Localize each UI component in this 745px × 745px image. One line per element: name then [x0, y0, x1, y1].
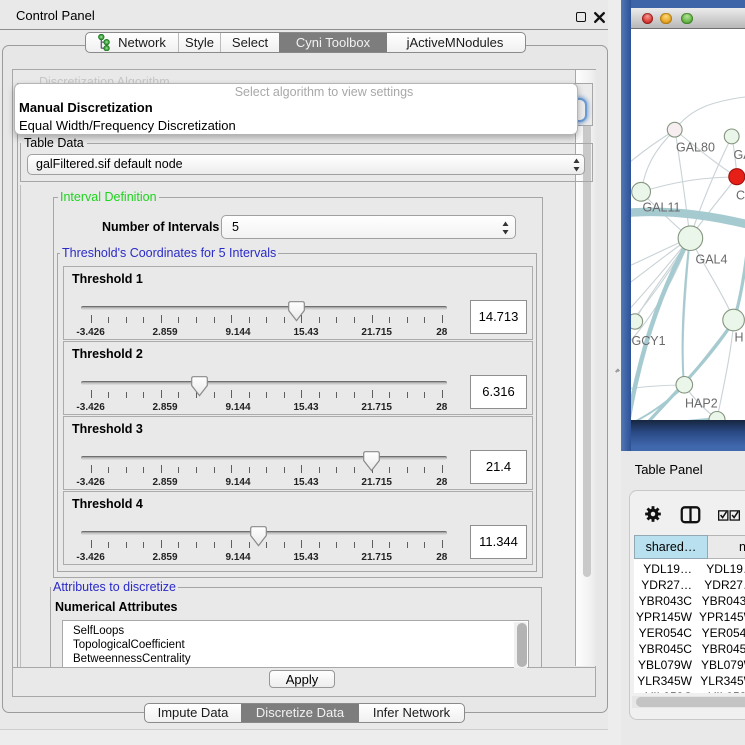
- svg-text:C: C: [736, 189, 745, 203]
- svg-text:GCY1: GCY1: [632, 334, 666, 348]
- svg-text:GAL80: GAL80: [676, 141, 715, 155]
- svg-text:GAL11: GAL11: [643, 201, 681, 215]
- svg-text:H: H: [735, 331, 744, 345]
- svg-text:HAP2: HAP2: [685, 397, 718, 411]
- svg-text:GAL1: GAL1: [734, 148, 745, 162]
- svg-text:GAL4: GAL4: [696, 253, 728, 267]
